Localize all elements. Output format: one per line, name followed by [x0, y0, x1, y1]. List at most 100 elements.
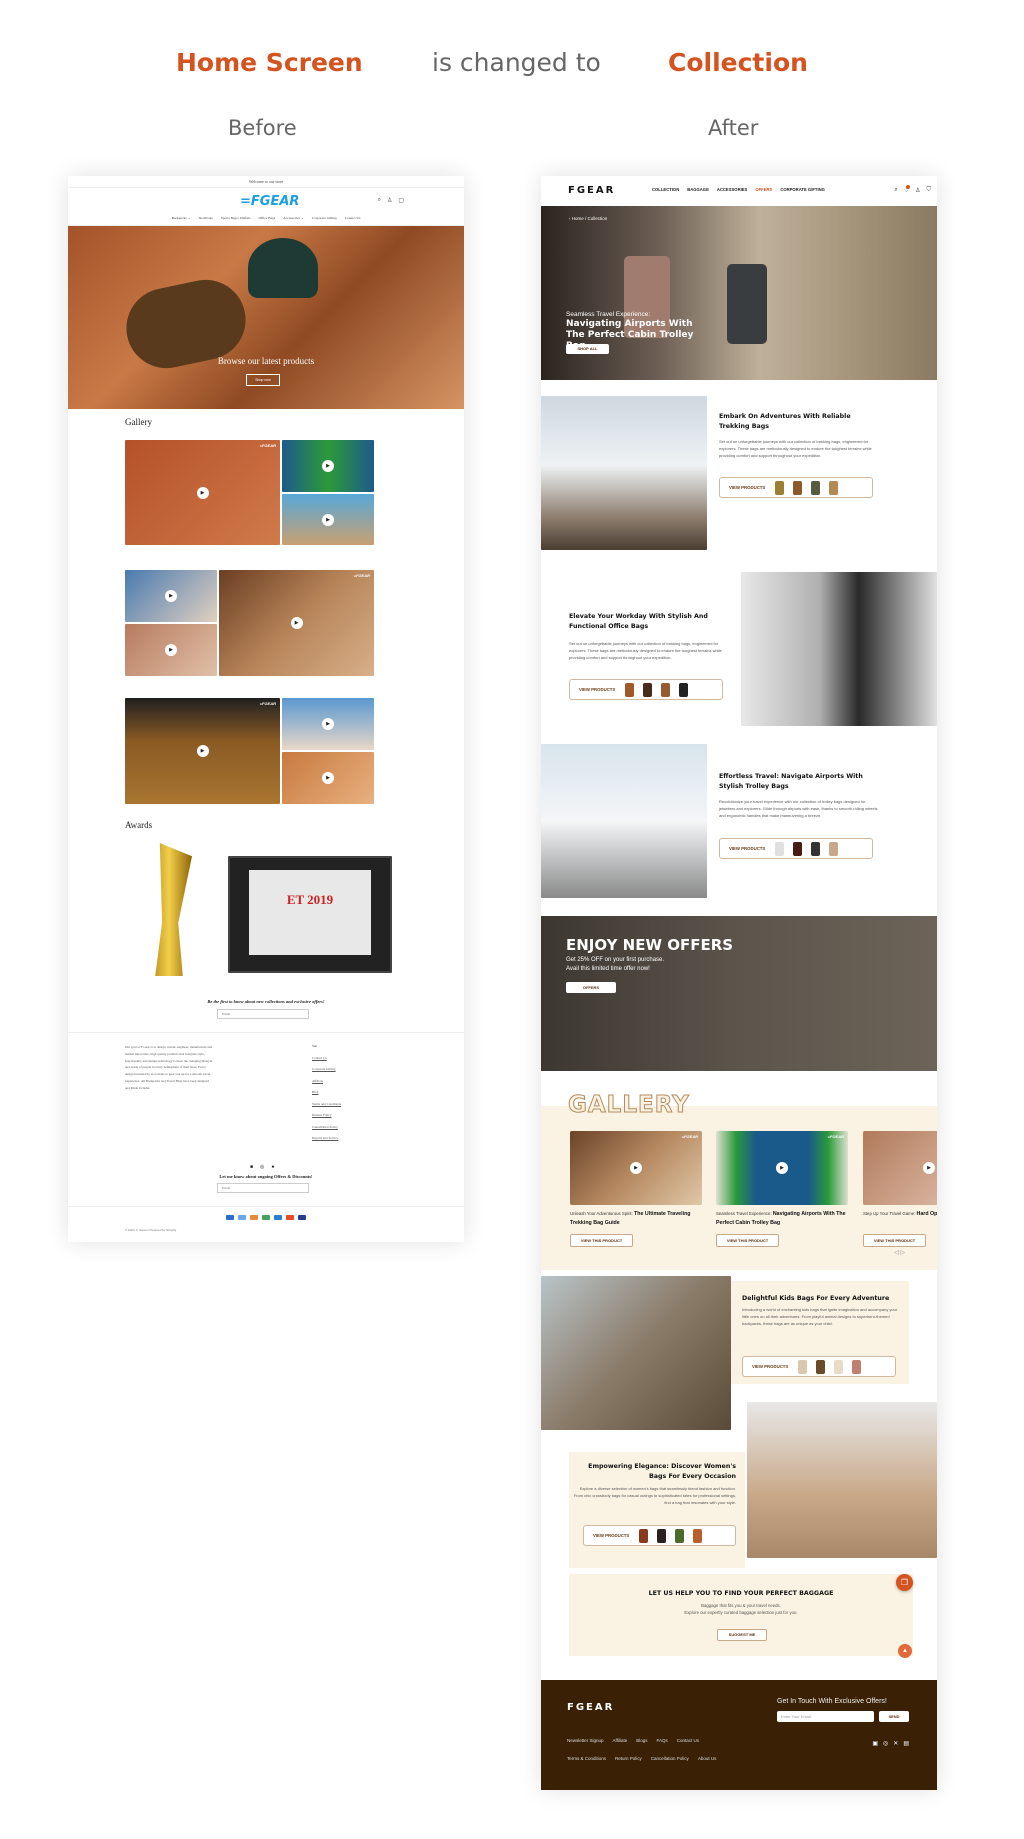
view-this-product-button[interactable]: VIEW THIS PRODUCT: [863, 1234, 926, 1247]
nav-item[interactable]: Contact Us: [345, 216, 361, 220]
facebook-icon[interactable]: ▤: [903, 1740, 909, 1747]
nav-item[interactable]: Sports Bags | Duffels: [221, 216, 251, 220]
footer-link[interactable]: Corporate Gifting: [312, 1067, 341, 1071]
footer-link[interactable]: Cancellation Policy: [312, 1125, 341, 1129]
youtube-icon[interactable]: ●: [271, 1164, 274, 1170]
account-icon[interactable]: ♙: [387, 197, 392, 204]
product-thumb[interactable]: [798, 1360, 807, 1374]
view-products-office[interactable]: VIEW PRODUCTS: [569, 679, 723, 700]
play-icon[interactable]: ▶: [196, 486, 209, 499]
footer-link[interactable]: Contact Us: [677, 1738, 699, 1743]
product-thumb[interactable]: [793, 481, 802, 495]
footer-email-input[interactable]: Email: [217, 1183, 309, 1193]
view-products-kids[interactable]: VIEW PRODUCTS: [742, 1356, 896, 1377]
play-icon[interactable]: ▶: [322, 460, 334, 472]
nav-corporate-gifting[interactable]: CORPORATE GIFTING: [780, 187, 825, 192]
search-icon[interactable]: ⌕: [894, 187, 897, 194]
product-thumb[interactable]: [657, 1529, 666, 1543]
nav-item[interactable]: Accessories ⌄: [283, 216, 304, 220]
play-icon[interactable]: ▶: [776, 1162, 788, 1174]
footer-link[interactable]: Affiliate: [613, 1738, 628, 1743]
gallery-video[interactable]: ▶: [282, 440, 374, 492]
product-thumb[interactable]: [793, 842, 802, 856]
gallery-video[interactable]: ▶: [863, 1131, 937, 1205]
product-thumb[interactable]: [639, 1529, 648, 1543]
nav-collection[interactable]: COLLECTION: [652, 187, 679, 192]
footer-link[interactable]: Terms & Conditions: [567, 1756, 606, 1761]
footer-link[interactable]: Contact Us: [312, 1056, 341, 1060]
gallery-video[interactable]: =FGEAR ▶: [125, 698, 280, 804]
gallery-video[interactable]: =FGEAR ▶: [570, 1131, 702, 1205]
footer-link[interactable]: Blog: [312, 1090, 341, 1094]
gallery-video[interactable]: =FGEAR ▶: [125, 440, 280, 545]
footer-link[interactable]: Terms and Conditions: [312, 1102, 341, 1106]
prev-arrow-icon[interactable]: ◁: [894, 1250, 899, 1256]
gallery-video[interactable]: ▶: [282, 752, 374, 804]
product-thumb[interactable]: [811, 842, 820, 856]
product-thumb[interactable]: [775, 842, 784, 856]
after-logo[interactable]: FGEAR: [568, 185, 615, 196]
product-thumb[interactable]: [775, 481, 784, 495]
play-icon[interactable]: ▶: [322, 513, 334, 526]
suggest-me-button[interactable]: SUGGEST ME: [717, 1629, 767, 1641]
gallery-video[interactable]: =FGEAR ▶: [716, 1131, 848, 1205]
footer-logo[interactable]: FGEAR: [567, 1702, 614, 1713]
instagram-icon[interactable]: ◎: [883, 1740, 888, 1747]
play-icon[interactable]: ▶: [196, 745, 209, 757]
footer-link[interactable]: Newsletter Signup: [567, 1738, 604, 1743]
before-logo[interactable]: =FGEAR: [240, 194, 299, 209]
footer-link[interactable]: Returns Policy: [312, 1113, 341, 1117]
product-thumb[interactable]: [693, 1529, 702, 1543]
footer-link[interactable]: Repairs and Service: [312, 1136, 341, 1140]
cart-icon[interactable]: ▢: [398, 197, 404, 204]
play-icon[interactable]: ▶: [165, 590, 177, 602]
product-thumb[interactable]: [625, 683, 634, 697]
nav-item[interactable]: Strollbags: [199, 216, 213, 220]
linkedin-icon[interactable]: ▣: [872, 1740, 878, 1747]
product-thumb[interactable]: [679, 683, 688, 697]
footer-link[interactable]: Cancellation Policy: [651, 1756, 689, 1761]
chat-icon[interactable]: ❐: [896, 1574, 913, 1591]
footer-link[interactable]: About Us: [698, 1756, 717, 1761]
shop-now-button[interactable]: Shop now: [246, 374, 280, 386]
nav-item[interactable]: Office Bags: [258, 216, 275, 220]
product-thumb[interactable]: [816, 1360, 825, 1374]
play-icon[interactable]: ▶: [322, 772, 334, 784]
product-thumb[interactable]: [811, 481, 820, 495]
play-icon[interactable]: ▶: [322, 718, 334, 730]
view-this-product-button[interactable]: VIEW THIS PRODUCT: [716, 1234, 779, 1247]
nav-offers[interactable]: OFFERS: [755, 187, 772, 192]
breadcrumb-text[interactable]: Home / Collection: [572, 216, 608, 221]
nav-baggage[interactable]: BAGGAGE: [687, 187, 709, 192]
offers-button[interactable]: OFFERS: [566, 982, 616, 993]
account-icon[interactable]: ♙: [915, 187, 920, 194]
scroll-top-icon[interactable]: ▲: [898, 1644, 912, 1658]
footer-email-input[interactable]: Enter Your Email: [777, 1711, 874, 1722]
product-thumb[interactable]: [675, 1529, 684, 1543]
product-thumb[interactable]: [852, 1360, 861, 1374]
instagram-icon[interactable]: ◎: [260, 1164, 264, 1170]
x-twitter-icon[interactable]: ✕: [893, 1740, 898, 1747]
gallery-video[interactable]: ▶: [125, 624, 217, 676]
play-icon[interactable]: ▶: [165, 644, 177, 656]
search-icon[interactable]: ⌕: [378, 197, 381, 204]
footer-link[interactable]: Blogs: [636, 1738, 647, 1743]
nav-accessories[interactable]: ACCESSORIES: [717, 187, 747, 192]
play-icon[interactable]: ▶: [630, 1162, 642, 1174]
footer-link[interactable]: Affiliate: [312, 1079, 341, 1083]
product-thumb[interactable]: [661, 683, 670, 697]
product-thumb[interactable]: [829, 842, 838, 856]
shop-all-button[interactable]: SHOP ALL: [566, 344, 609, 354]
gallery-video[interactable]: ▶: [282, 698, 374, 750]
footer-link[interactable]: FAQs: [656, 1738, 667, 1743]
nav-item[interactable]: Corporate Gifting: [312, 216, 337, 220]
gallery-video[interactable]: ▶: [125, 570, 217, 622]
view-this-product-button[interactable]: VIEW THIS PRODUCT: [570, 1234, 633, 1247]
nav-item[interactable]: Backpacks ⌄: [172, 216, 191, 220]
cart-icon[interactable]: ⛉: [926, 187, 931, 194]
product-thumb[interactable]: [834, 1360, 843, 1374]
newsletter-email-input[interactable]: Email: [217, 1009, 309, 1019]
view-products-trolley[interactable]: VIEW PRODUCTS: [719, 838, 873, 859]
facebook-icon[interactable]: ■: [250, 1164, 253, 1170]
play-icon[interactable]: ▶: [290, 617, 303, 629]
